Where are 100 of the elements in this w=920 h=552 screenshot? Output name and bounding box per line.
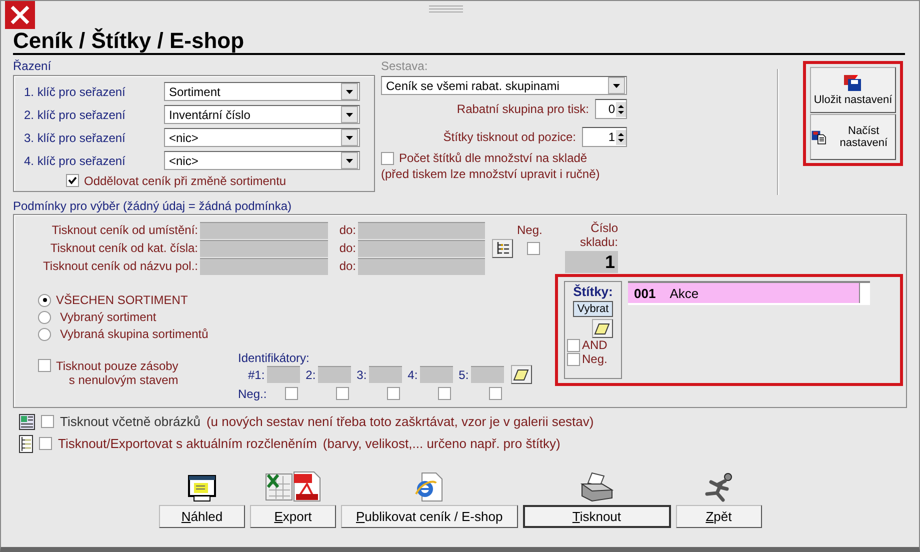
- tag-item[interactable]: 001 Akce: [628, 283, 860, 303]
- input-field[interactable]: [420, 366, 453, 383]
- input-field[interactable]: [358, 240, 485, 256]
- sort-key-label: 3. klíč pro seřazení: [24, 130, 126, 144]
- radio-button[interactable]: [38, 294, 51, 306]
- spin-field[interactable]: 1: [582, 127, 627, 147]
- eraser-button[interactable]: [592, 319, 612, 338]
- identifier-label: 4:: [406, 368, 419, 382]
- action-button[interactable]: Tisknout: [522, 505, 671, 528]
- range-label: Tisknout ceník od kat. čísla:: [49, 241, 199, 255]
- radio-label: VŠECHEN SORTIMENT: [56, 293, 188, 307]
- checkbox[interactable]: [66, 174, 79, 187]
- input-field[interactable]: [200, 240, 328, 256]
- window-title: Ceník / Štítky / E-shop: [13, 29, 905, 55]
- checkbox[interactable]: [41, 415, 54, 428]
- eraser-icon: [594, 322, 610, 334]
- checkbox[interactable]: [336, 387, 349, 400]
- neg-label: Neg.: [517, 223, 544, 237]
- dropdown-arrow-icon: [613, 84, 620, 88]
- report-dropdown[interactable]: Ceník se všemi rabat. skupinami: [381, 76, 627, 95]
- warehouse-number: 1: [565, 251, 618, 273]
- input-field[interactable]: [358, 258, 485, 274]
- settings-button[interactable]: Uložit nastavení: [810, 67, 896, 113]
- checkbox[interactable]: [488, 387, 502, 400]
- identifiers-label: Identifikátory:: [238, 351, 310, 365]
- checkbox-label: AND: [582, 338, 608, 352]
- sort-key-label: 2. klíč pro seřazení: [24, 108, 126, 122]
- checkbox-label: Tisknout/Exportovat s aktuálním rozčleněním: [58, 436, 317, 451]
- checkbox[interactable]: [381, 152, 394, 164]
- dropdown-arrow-icon: [346, 112, 353, 116]
- section-title: Sestava:: [381, 59, 429, 73]
- warehouse-label: Číslo skladu:: [578, 221, 618, 249]
- note-text: (u nových sestav není třeba toto zaškrtávat, vzor je v galerii sestav): [206, 414, 594, 429]
- settings-button[interactable]: Načíst nastavení: [810, 114, 896, 160]
- input-field[interactable]: [200, 258, 328, 274]
- input-field[interactable]: [200, 222, 328, 238]
- identifier-label: #1:: [247, 368, 266, 382]
- action-button[interactable]: Náhled: [159, 505, 245, 528]
- tags-label: Štítky:: [573, 284, 613, 299]
- action-button[interactable]: Zpět: [676, 505, 762, 528]
- neg-label: Neg.:: [238, 386, 267, 400]
- image-list-icon: [19, 414, 35, 430]
- checkbox[interactable]: [386, 387, 400, 400]
- section-title: Podmínky pro výběr (žádný údaj = žádná podmínka): [13, 199, 292, 213]
- sort-key-label: 4. klíč pro seřazení: [24, 154, 126, 168]
- tree-list-button[interactable]: [492, 238, 513, 258]
- checkbox[interactable]: [438, 387, 451, 400]
- checkbox-label: Neg.: [582, 352, 608, 366]
- input-field[interactable]: [358, 222, 485, 238]
- sort-key-dropdown[interactable]: Inventární číslo: [164, 105, 360, 124]
- web-page-icon: [414, 472, 444, 502]
- spin-field[interactable]: 0: [595, 99, 627, 119]
- input-field[interactable]: [266, 366, 300, 383]
- spreadsheet-pdf-icon: [264, 470, 322, 502]
- checkbox[interactable]: [39, 437, 52, 450]
- dropdown-arrow-icon: [346, 158, 353, 162]
- input-field[interactable]: [318, 366, 351, 383]
- to-label: do:: [338, 259, 357, 273]
- sort-key-dropdown[interactable]: Sortiment: [164, 82, 360, 101]
- section-title: Řazení: [13, 59, 52, 73]
- action-button[interactable]: Publikovat ceník / E-shop: [341, 505, 518, 528]
- note-text: (barvy, velikost,... určeno např. pro štítky): [322, 436, 560, 451]
- floppy-disk-icon: [843, 74, 863, 92]
- to-label: do:: [338, 223, 357, 237]
- field-label: Rabatní skupina pro tisk:: [456, 102, 589, 116]
- radio-button[interactable]: [38, 310, 51, 324]
- sort-key-label: 1. klíč pro seřazení: [24, 84, 126, 98]
- grip-icon[interactable]: [429, 5, 463, 13]
- window-icon: [188, 474, 216, 502]
- to-label: do:: [338, 241, 357, 255]
- select-button[interactable]: Vybrat: [573, 301, 613, 317]
- checkbox[interactable]: [567, 352, 580, 366]
- identifier-label: 5:: [458, 368, 470, 382]
- checkbox[interactable]: [527, 242, 540, 254]
- radio-button[interactable]: [38, 328, 51, 340]
- input-field[interactable]: [368, 366, 402, 383]
- checkbox[interactable]: [284, 387, 298, 400]
- dropdown-arrow-icon: [346, 136, 353, 140]
- note-text: (před tiskem lze množství upravit i ručně): [381, 167, 601, 181]
- field-label: Štítky tisknout od pozice:: [443, 130, 576, 144]
- identifier-label: 3:: [356, 368, 368, 382]
- action-button[interactable]: Export: [250, 505, 336, 528]
- identifier-label: 2:: [304, 368, 317, 382]
- checkbox-label: Oddělovat ceník při změně sortimentu: [84, 174, 286, 188]
- sort-key-dropdown[interactable]: <nic>: [164, 128, 360, 147]
- dropdown-arrow-icon: [346, 90, 353, 94]
- eraser-button[interactable]: [510, 365, 532, 384]
- checkbox-label: Tisknout pouze zásoby s nenulovým stavem: [56, 359, 178, 387]
- running-figure-icon: [702, 472, 735, 502]
- radio-label: Vybraná skupina sortimentů: [60, 327, 208, 341]
- checkbox[interactable]: [567, 338, 580, 352]
- checkbox[interactable]: [38, 359, 51, 372]
- checkbox-label: Tisknout včetně obrázků: [60, 414, 200, 429]
- printer-icon: [580, 472, 614, 502]
- tree-list-icon: [496, 241, 510, 255]
- sort-key-dropdown[interactable]: <nic>: [164, 151, 360, 170]
- range-label: Tisknout ceník od názvu pol.:: [42, 259, 199, 273]
- eraser-icon: [513, 368, 530, 380]
- close-button[interactable]: [5, 1, 35, 29]
- input-field[interactable]: [470, 366, 504, 383]
